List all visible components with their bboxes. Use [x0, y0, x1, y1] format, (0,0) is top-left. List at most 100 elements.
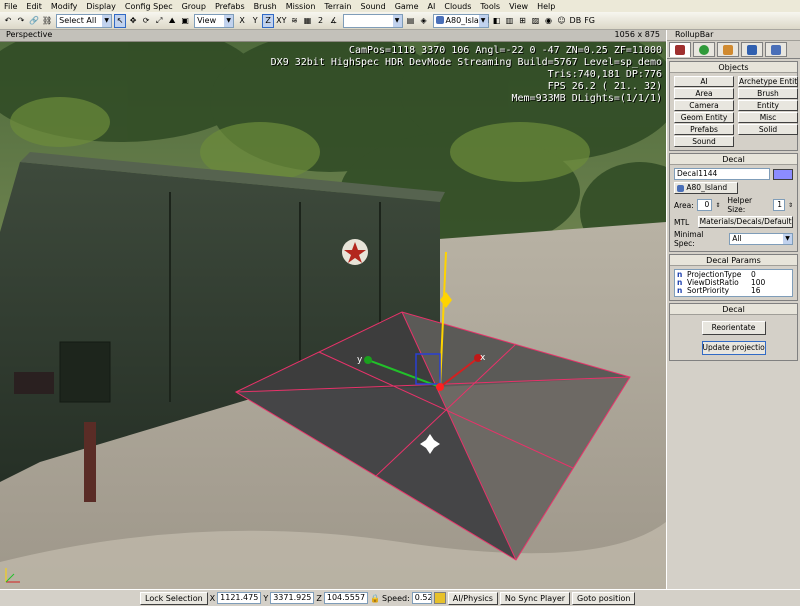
ai-physics-button[interactable]: AI/Physics [447, 591, 498, 605]
layer-icon[interactable]: ◈ [418, 14, 430, 28]
param-value[interactable]: 16 [747, 287, 792, 295]
update-projection-button[interactable]: Update projection [701, 341, 766, 355]
axis-x-button[interactable]: X [236, 14, 248, 28]
menu-config-spec[interactable]: Config Spec [125, 2, 173, 11]
no-sync-player-button[interactable]: No Sync Player [499, 591, 571, 605]
viewport-title[interactable]: Perspective [6, 30, 52, 39]
helper-size-input[interactable]: 1 [773, 199, 785, 211]
save-selection-icon[interactable]: ▤ [405, 14, 417, 28]
selection-set-dropdown[interactable]: ▼ [342, 13, 403, 28]
move-tool-icon[interactable]: ✥ [127, 14, 139, 28]
db-button[interactable]: DB [569, 14, 583, 28]
object-brush-button[interactable]: Brush [738, 88, 798, 99]
menu-display[interactable]: Display [86, 2, 116, 11]
menu-prefabs[interactable]: Prefabs [215, 2, 245, 11]
decal-header: Decal [670, 154, 797, 165]
undo-icon[interactable]: ↶ [2, 14, 14, 28]
lock-icon[interactable]: 🔒 [370, 594, 380, 603]
terrain-axis-icon[interactable]: ≋ [289, 14, 301, 28]
select-tool-icon[interactable]: ↖ [114, 13, 127, 28]
flowgraph-icon[interactable]: ⊞ [517, 14, 529, 28]
link-icon[interactable]: 🔗 [28, 14, 40, 28]
tab-layers-icon[interactable] [765, 42, 787, 57]
menu-brush[interactable]: Brush [254, 2, 277, 11]
menu-file[interactable]: File [4, 2, 17, 11]
menu-ai[interactable]: AI [428, 2, 436, 11]
grid-size-value[interactable]: 2 [315, 14, 327, 28]
select-filter-dropdown[interactable]: Select All ▼ [56, 13, 113, 28]
x-coordinate-field[interactable]: 1121.475 [217, 592, 262, 604]
menu-edit[interactable]: Edit [26, 2, 42, 11]
param-row[interactable]: n ViewDistRatio 100 [675, 279, 792, 287]
material-button[interactable]: Materials/Decals/Default [698, 216, 793, 228]
min-spec-dropdown[interactable]: All ▼ [729, 233, 793, 245]
tab-terrain-icon[interactable] [693, 42, 715, 57]
menu-sound[interactable]: Sound [360, 2, 385, 11]
object-prefabs-button[interactable]: Prefabs [674, 124, 734, 135]
decal-params-panel: Decal Params n ProjectionType 0 n ViewDi… [669, 254, 798, 301]
rollup-bar: RollupBar Objects AI Archetype Entity Ar… [666, 30, 800, 589]
perspective-viewport[interactable]: CamPos=1118 3370 106 Angl=-22 0 -47 ZN=0… [0, 42, 666, 589]
tab-modeling-icon[interactable] [717, 42, 739, 57]
object-solid-button[interactable]: Solid [738, 124, 798, 135]
menu-clouds[interactable]: Clouds [444, 2, 471, 11]
axis-xy-button[interactable]: XY [275, 14, 287, 28]
object-area-button[interactable]: Area [674, 88, 734, 99]
terrain-snap-icon[interactable]: ⛰ [166, 14, 178, 28]
speed-field[interactable]: 0.52 [411, 592, 432, 604]
tab-display-icon[interactable] [741, 42, 763, 57]
y-coordinate-field[interactable]: 3371.925 [270, 592, 315, 604]
terrain-editor-icon[interactable]: ▨ [530, 14, 542, 28]
menu-group[interactable]: Group [182, 2, 206, 11]
area-spinner-icon[interactable]: ⇕ [715, 202, 720, 209]
menu-game[interactable]: Game [395, 2, 419, 11]
terrain-follow-icon[interactable] [433, 592, 446, 604]
object-misc-button[interactable]: Misc [738, 112, 798, 123]
material-editor-icon[interactable]: ◧ [491, 14, 503, 28]
redo-icon[interactable]: ↷ [15, 14, 27, 28]
object-entity-button[interactable]: Entity [738, 100, 798, 111]
database-icon[interactable]: ◉ [543, 14, 555, 28]
layer-button[interactable]: A80_Island [674, 182, 738, 194]
unlink-icon[interactable]: ⛓ [41, 14, 53, 28]
menu-view[interactable]: View [509, 2, 528, 11]
lock-selection-button[interactable]: Lock Selection [140, 591, 208, 605]
area-input[interactable]: 0 [696, 199, 713, 211]
reorientate-button[interactable]: Reorientate [701, 321, 766, 335]
helper-size-spinner-icon[interactable]: ⇕ [788, 202, 793, 209]
character-icon[interactable]: ☺ [556, 14, 568, 28]
object-camera-button[interactable]: Camera [674, 100, 734, 111]
object-snap-icon[interactable]: ▣ [179, 14, 191, 28]
tab-objects-icon[interactable] [669, 42, 691, 57]
goto-position-button[interactable]: Goto position [572, 591, 636, 605]
menu-tools[interactable]: Tools [480, 2, 500, 11]
scale-tool-icon[interactable]: ⤢ [153, 14, 165, 28]
y-label: Y [263, 593, 269, 603]
menu-terrain[interactable]: Terrain [324, 2, 351, 11]
z-coordinate-field[interactable]: 104.5557 [323, 592, 369, 604]
object-name-field[interactable]: Decal1144 [674, 168, 770, 180]
layer-dropdown[interactable]: A80_Island ▼ [432, 13, 489, 28]
param-row[interactable]: n SortPriority 16 [675, 287, 792, 295]
object-geom-entity-button[interactable]: Geom Entity [674, 112, 734, 123]
param-key: ProjectionType [687, 271, 742, 279]
fg-button[interactable]: FG [583, 14, 596, 28]
grid-icon[interactable]: ▦ [302, 14, 314, 28]
param-row[interactable]: n ProjectionType 0 [675, 271, 792, 279]
view-mode-dropdown[interactable]: View ▼ [194, 13, 235, 28]
object-ai-button[interactable]: AI [674, 76, 734, 87]
axis-z-button[interactable]: Z [262, 13, 275, 28]
object-color-swatch[interactable] [773, 168, 793, 180]
object-sound-button[interactable]: Sound [674, 136, 734, 147]
decal-params-header: Decal Params [670, 255, 797, 266]
axis-y-button[interactable]: Y [249, 14, 261, 28]
track-view-icon[interactable]: ▥ [504, 14, 516, 28]
gizmo-x-label: x [480, 353, 486, 363]
menu-help[interactable]: Help [537, 2, 555, 11]
rotate-tool-icon[interactable]: ⟳ [140, 14, 152, 28]
menu-modify[interactable]: Modify [51, 2, 78, 11]
viewport-header: Perspective 1056 x 875 [0, 30, 666, 42]
angle-snap-icon[interactable]: ∡ [328, 14, 340, 28]
object-archetype-entity-button[interactable]: Archetype Entity [738, 76, 798, 87]
menu-mission[interactable]: Mission [286, 2, 316, 11]
